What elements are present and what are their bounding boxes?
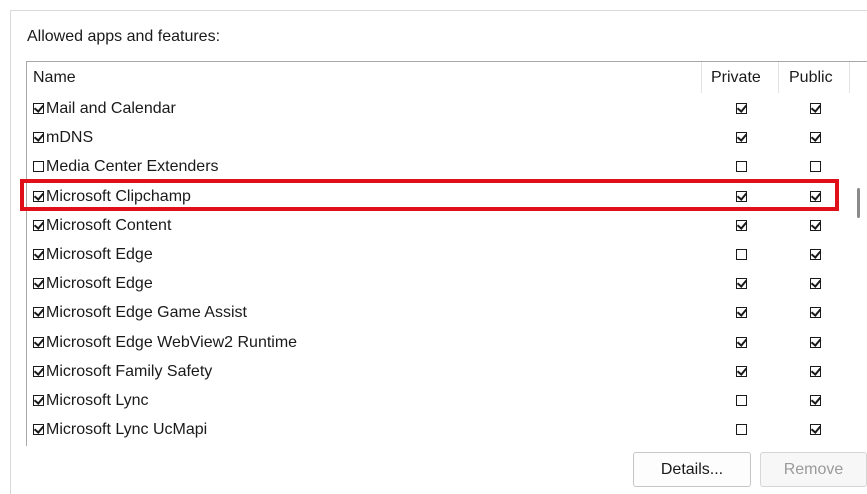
enabled-checkbox[interactable]	[33, 191, 44, 202]
private-checkbox[interactable]	[736, 249, 747, 260]
private-checkbox[interactable]	[736, 161, 747, 172]
app-entry: Microsoft Edge	[33, 269, 153, 298]
app-name: mDNS	[46, 129, 94, 146]
list-item[interactable]: Microsoft Edge WebView2 Runtime	[27, 328, 857, 357]
private-checkbox[interactable]	[736, 424, 747, 435]
private-checkbox[interactable]	[736, 220, 747, 231]
column-header-public[interactable]: Public	[789, 62, 833, 93]
public-checkbox[interactable]	[810, 132, 821, 143]
list-item[interactable]: Microsoft Edge	[27, 240, 857, 269]
public-checkbox[interactable]	[810, 249, 821, 260]
app-name: Microsoft Lync	[46, 392, 149, 409]
app-name: Microsoft Edge	[46, 275, 153, 292]
list-item[interactable]: Microsoft Clipchamp	[27, 182, 857, 211]
app-entry: Mail and Calendar	[33, 94, 176, 123]
app-entry: mDNS	[33, 123, 93, 152]
app-entry: Microsoft Edge WebView2 Runtime	[33, 328, 297, 357]
app-name: Microsoft Lync UcMapi	[46, 421, 208, 438]
list-item[interactable]: Microsoft Content	[27, 211, 857, 240]
details-button[interactable]: Details...	[633, 452, 751, 487]
public-checkbox[interactable]	[810, 395, 821, 406]
list-item[interactable]: Microsoft Edge Game Assist	[27, 298, 857, 327]
private-checkbox[interactable]	[736, 337, 747, 348]
app-entry: Microsoft Content	[33, 211, 171, 240]
enabled-checkbox[interactable]	[33, 103, 44, 114]
public-checkbox[interactable]	[810, 103, 821, 114]
enabled-checkbox[interactable]	[33, 424, 44, 435]
list-item[interactable]: Microsoft Lync	[27, 386, 857, 415]
private-checkbox[interactable]	[736, 395, 747, 406]
app-name: Microsoft Content	[46, 217, 172, 234]
enabled-checkbox[interactable]	[33, 366, 44, 377]
column-header-name[interactable]: Name	[33, 62, 76, 93]
column-divider	[701, 62, 702, 93]
private-checkbox[interactable]	[736, 366, 747, 377]
list-item[interactable]: Mail and Calendar	[27, 94, 857, 123]
column-divider	[778, 62, 779, 93]
scrollbar-thumb[interactable]	[857, 188, 860, 218]
list-item[interactable]: Media Center Extenders	[27, 152, 857, 181]
allowed-apps-list[interactable]: Name Private Public Mail and Calendar mDN…	[26, 61, 867, 446]
enabled-checkbox[interactable]	[33, 395, 44, 406]
private-checkbox[interactable]	[736, 278, 747, 289]
private-checkbox[interactable]	[736, 132, 747, 143]
public-checkbox[interactable]	[810, 278, 821, 289]
enabled-checkbox[interactable]	[33, 161, 44, 172]
app-name: Microsoft Edge	[46, 246, 153, 263]
list-item[interactable]: mDNS	[27, 123, 857, 152]
app-entry: Media Center Extenders	[33, 152, 219, 181]
enabled-checkbox[interactable]	[33, 249, 44, 260]
app-entry: Microsoft Lync UcMapi	[33, 415, 207, 444]
enabled-checkbox[interactable]	[33, 307, 44, 318]
list-item[interactable]: Microsoft Lync UcMapi	[27, 415, 857, 444]
app-name: Mail and Calendar	[46, 100, 176, 117]
private-checkbox[interactable]	[736, 103, 747, 114]
list-item[interactable]: Microsoft Family Safety	[27, 357, 857, 386]
public-checkbox[interactable]	[810, 424, 821, 435]
private-checkbox[interactable]	[736, 307, 747, 318]
app-name: Media Center Extenders	[46, 158, 219, 175]
list-header: Name Private Public	[27, 62, 867, 93]
public-checkbox[interactable]	[810, 337, 821, 348]
app-name: Microsoft Family Safety	[46, 363, 213, 380]
public-checkbox[interactable]	[810, 220, 821, 231]
public-checkbox[interactable]	[810, 161, 821, 172]
column-divider	[849, 62, 850, 93]
enabled-checkbox[interactable]	[33, 337, 44, 348]
public-checkbox[interactable]	[810, 366, 821, 377]
app-entry: Microsoft Lync	[33, 386, 149, 415]
public-checkbox[interactable]	[810, 307, 821, 318]
app-entry: Microsoft Family Safety	[33, 357, 212, 386]
app-name: Microsoft Edge Game Assist	[46, 304, 247, 321]
app-name: Microsoft Clipchamp	[46, 188, 191, 205]
enabled-checkbox[interactable]	[33, 278, 44, 289]
app-entry: Microsoft Clipchamp	[33, 182, 191, 211]
enabled-checkbox[interactable]	[33, 220, 44, 231]
app-entry: Microsoft Edge	[33, 240, 153, 269]
app-name: Microsoft Edge WebView2 Runtime	[46, 334, 298, 351]
private-checkbox[interactable]	[736, 191, 747, 202]
remove-button[interactable]: Remove	[760, 452, 867, 487]
list-item[interactable]: Microsoft Edge	[27, 269, 857, 298]
enabled-checkbox[interactable]	[33, 132, 44, 143]
allowed-apps-label: Allowed apps and features:	[27, 28, 221, 45]
column-header-private[interactable]: Private	[711, 62, 761, 93]
public-checkbox[interactable]	[810, 191, 821, 202]
app-entry: Microsoft Edge Game Assist	[33, 298, 247, 327]
